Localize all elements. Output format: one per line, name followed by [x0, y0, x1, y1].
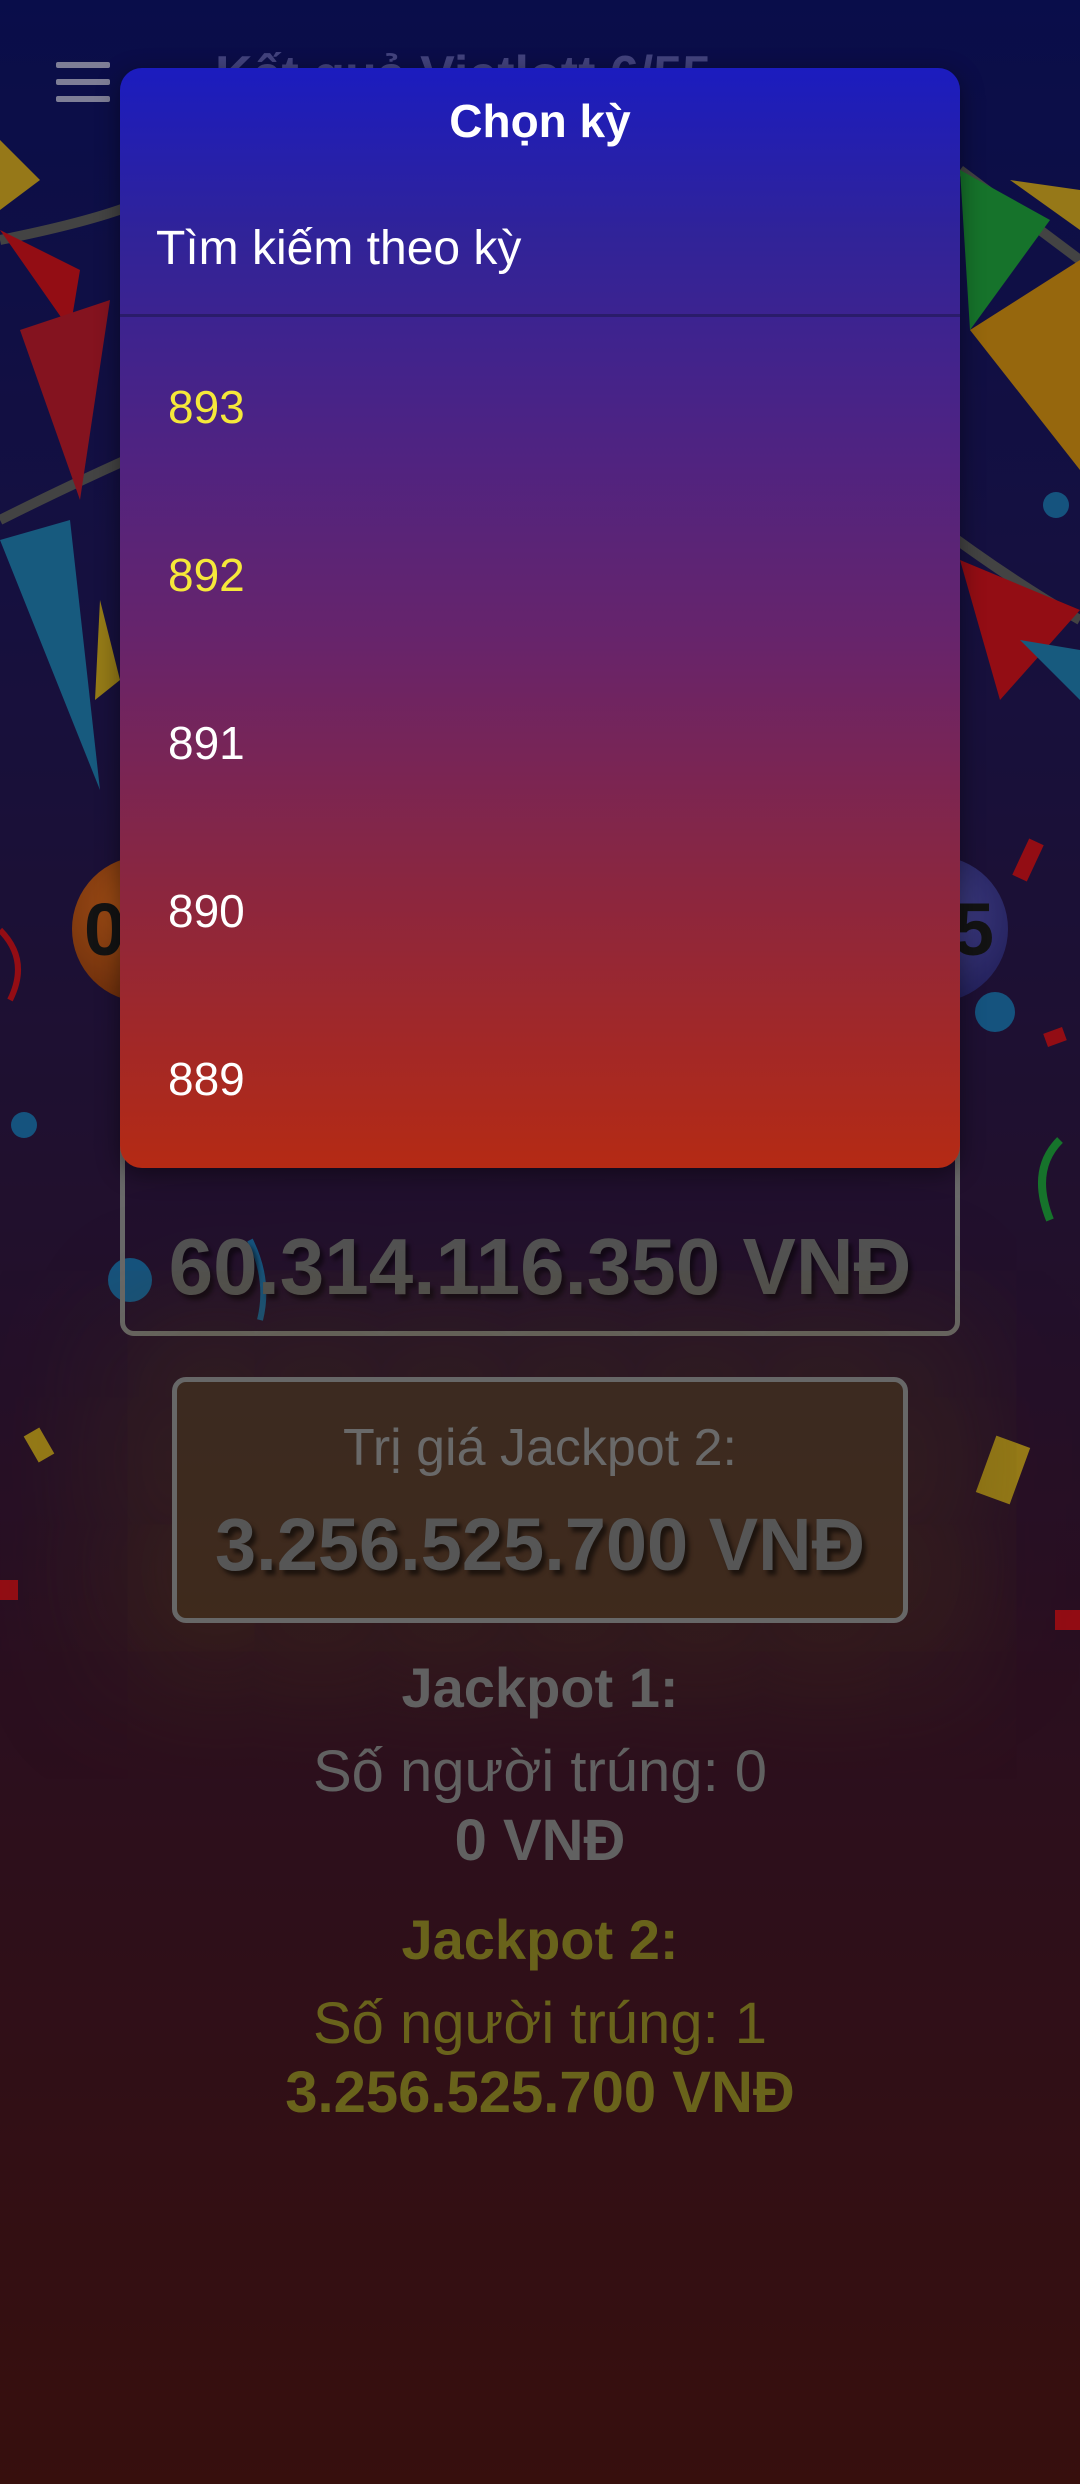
period-item[interactable]: 893: [120, 384, 960, 552]
period-search-input[interactable]: [156, 208, 926, 288]
period-item[interactable]: 892: [120, 552, 960, 720]
period-item[interactable]: 891: [120, 720, 960, 888]
dialog-title: Chọn kỳ: [449, 95, 631, 147]
period-list: 893 892 891 890 889: [120, 384, 960, 1168]
period-picker-dialog: Chọn kỳ 893 892 891 890 889: [120, 68, 960, 1168]
search-divider: [120, 314, 960, 317]
period-item[interactable]: 890: [120, 888, 960, 1056]
period-item[interactable]: 889: [120, 1056, 960, 1168]
